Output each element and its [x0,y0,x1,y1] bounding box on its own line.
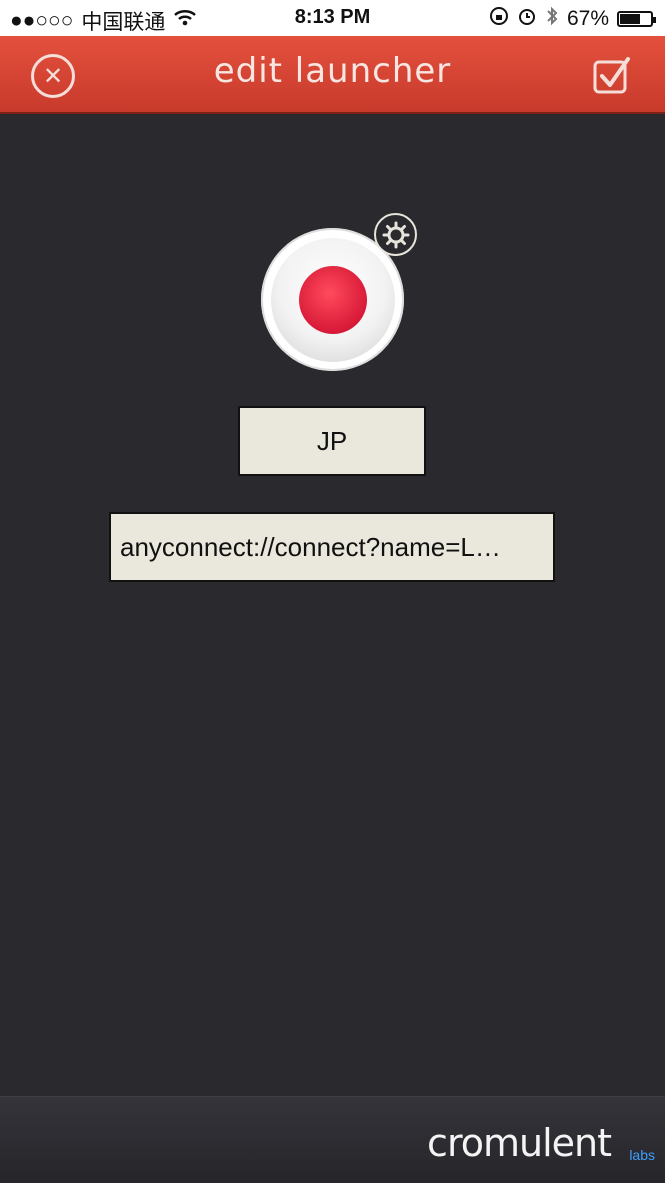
save-button[interactable] [593,56,631,94]
bluetooth-icon [545,6,559,32]
battery-percent: 67% [566,7,609,30]
icon-settings-button[interactable] [374,213,417,256]
status-right: 67% [489,6,656,32]
launcher-url-field[interactable]: anyconnect://connect?name=L… [109,512,555,582]
launcher-name-field[interactable]: JP [238,406,426,476]
page-title: edit launcher [213,51,452,91]
brand-sub: labs [629,1147,655,1163]
app-header: ✕ edit launcher [0,36,665,114]
brand-logo: cromulent [427,1121,655,1165]
footer-bar: cromulent labs [0,1096,665,1183]
battery-icon [617,11,656,27]
rotation-lock-icon [489,6,509,32]
brand-main: cromulent [427,1121,612,1165]
checkbox-check-icon [593,57,630,94]
battery-fill [620,14,640,24]
alarm-icon [517,6,537,32]
japan-flag-icon [298,265,367,334]
status-bar: ●●○○○ 中国联通 8:13 PM 67% [0,0,665,36]
launcher-icon-face [270,237,395,362]
gear-icon [382,221,409,248]
